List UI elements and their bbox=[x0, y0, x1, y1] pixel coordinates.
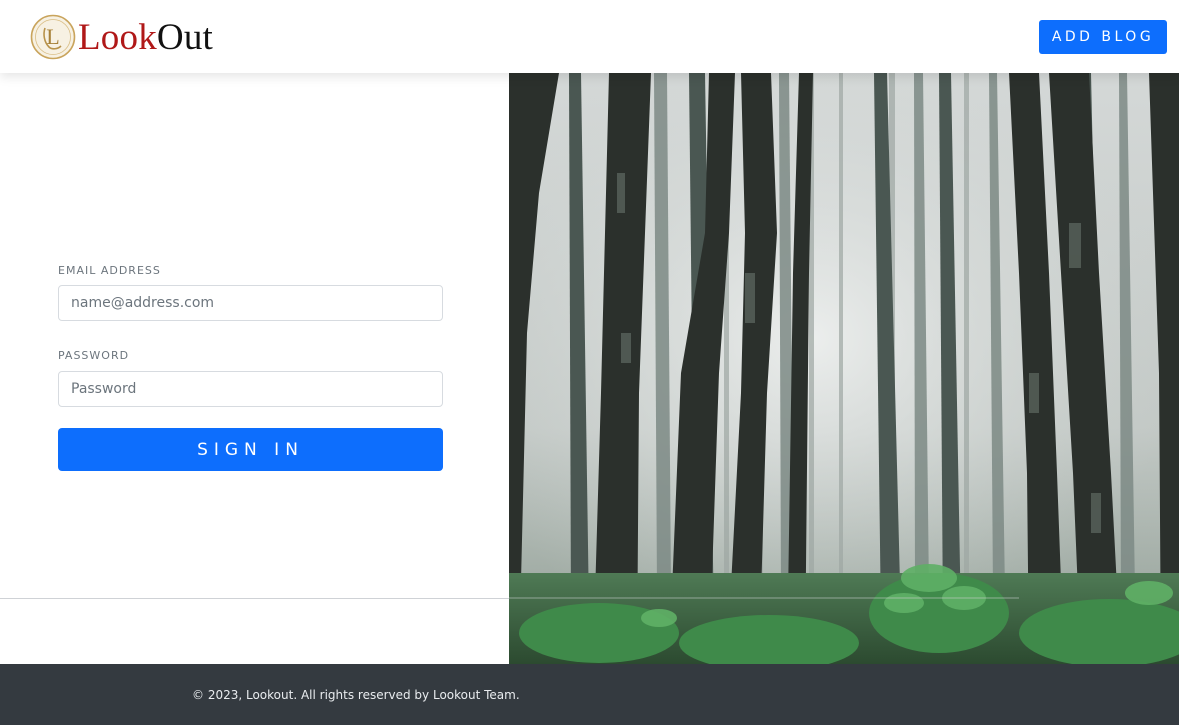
password-label: PASSWORD bbox=[58, 349, 130, 362]
password-field[interactable] bbox=[58, 371, 443, 407]
email-label: EMAIL ADDRESS bbox=[58, 264, 161, 277]
hero-forest-image bbox=[509, 73, 1179, 664]
sign-in-button[interactable]: SIGN IN bbox=[58, 428, 443, 471]
add-blog-button[interactable]: ADD BLOG bbox=[1039, 20, 1167, 54]
site-logo[interactable]: L LookOut bbox=[30, 13, 213, 61]
panel-divider bbox=[0, 598, 509, 599]
copyright-text: © 2023, Lookout. All rights reserved by … bbox=[192, 688, 520, 702]
site-header: L LookOut ADD BLOG bbox=[0, 0, 1179, 73]
logo-wordmark-out: Out bbox=[156, 16, 214, 58]
login-panel bbox=[0, 73, 509, 664]
logo-emblem-icon: L bbox=[30, 14, 76, 60]
site-footer: © 2023, Lookout. All rights reserved by … bbox=[0, 664, 1179, 725]
logo-wordmark-look: Look bbox=[78, 16, 157, 58]
logo-monogram: L bbox=[46, 24, 59, 49]
email-field[interactable] bbox=[58, 285, 443, 321]
logo-wordmark: LookOut bbox=[78, 19, 213, 56]
